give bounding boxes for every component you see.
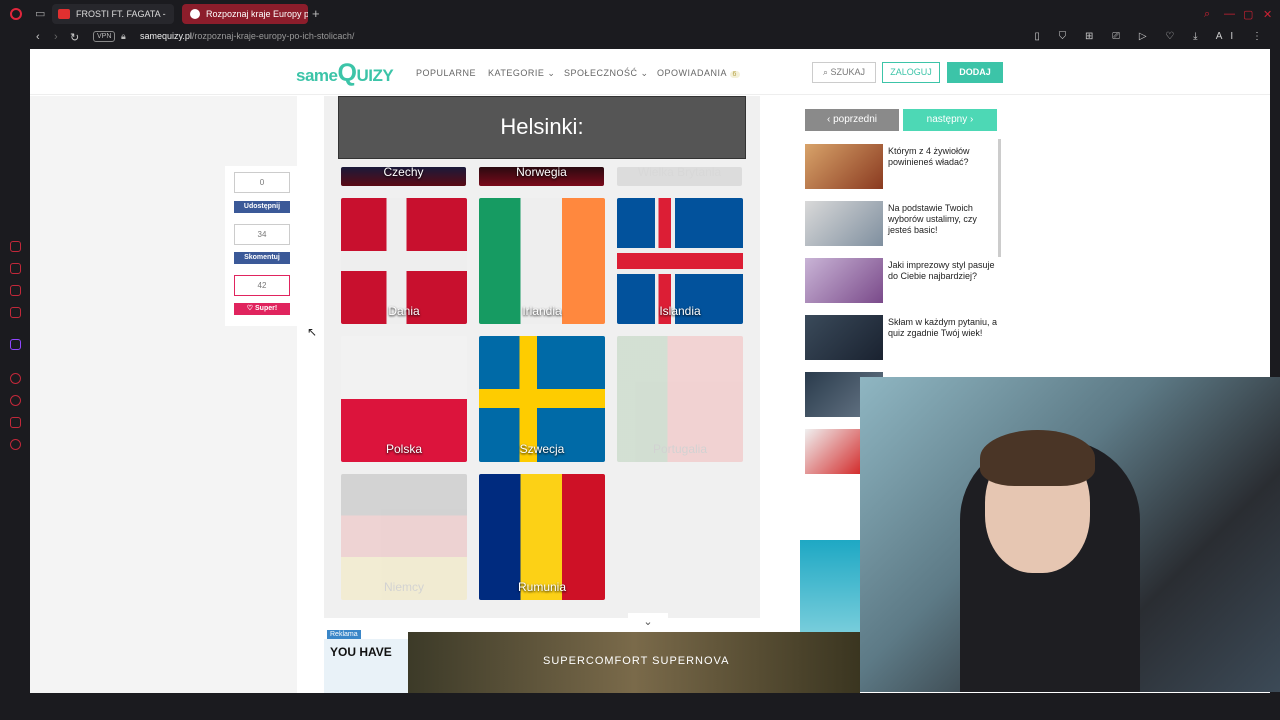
answer-islandia[interactable]: Islandia: [617, 198, 743, 324]
browser-tab-bar: ▭ FROSTI FT. FAGATA - Rozpoznaj kraje Eu…: [0, 0, 1280, 28]
related-thumb: [805, 315, 883, 360]
ad-label: Reklama: [327, 630, 361, 639]
super-button[interactable]: ♡ Super!: [234, 303, 290, 315]
sidebar-gx-icon[interactable]: [10, 307, 21, 318]
forward-icon[interactable]: ›: [54, 31, 58, 43]
super-count: 42: [234, 275, 290, 296]
answer-portugalia[interactable]: Portugalia: [617, 336, 743, 462]
related-item[interactable]: Skłam w każdym pytaniu, a quiz zgadnie T…: [805, 315, 997, 360]
dania-flag-cross: [341, 250, 467, 272]
answer-polska[interactable]: Polska: [341, 336, 467, 462]
answer-wielka-brytania[interactable]: Wielka Brytania: [617, 167, 742, 186]
share-count: 0: [234, 172, 290, 193]
sidebar-settings-icon[interactable]: [10, 439, 21, 450]
sidebar-extensions-icon[interactable]: [10, 417, 21, 428]
related-item[interactable]: Którym z 4 żywiołów powinieneś władać?: [805, 144, 995, 189]
youtube-favicon-icon: [58, 9, 70, 19]
close-window-icon[interactable]: ✕: [1263, 8, 1272, 21]
new-tab-button[interactable]: +: [312, 6, 320, 21]
comment-count: 34: [234, 224, 290, 245]
samequizy-favicon-icon: [190, 9, 200, 19]
question-box: Helsinki:: [338, 96, 746, 159]
related-thumb: [805, 144, 883, 189]
add-button[interactable]: DODAJ: [947, 62, 1003, 83]
browser-bottom-edge: [0, 693, 1280, 720]
answer-niemcy[interactable]: Niemcy: [341, 474, 467, 600]
left-ad[interactable]: YOU HAVE: [324, 639, 408, 693]
menu-popular[interactable]: POPULARNE: [416, 68, 476, 78]
answer-dania[interactable]: Dania: [341, 198, 467, 324]
workspaces-icon[interactable]: ▭: [35, 7, 45, 20]
sidebar-history-icon[interactable]: [10, 395, 21, 406]
search-button[interactable]: ⌕ SZUKAJ: [812, 62, 876, 83]
related-scrollbar[interactable]: [998, 139, 1001, 257]
sidebar-player-icon[interactable]: [10, 373, 21, 384]
login-button[interactable]: ZALOGUJ: [882, 62, 940, 83]
sidebar-aria-icon[interactable]: [10, 241, 21, 252]
minimize-icon[interactable]: —: [1224, 8, 1235, 20]
sidebar-twitch-icon[interactable]: [10, 339, 21, 350]
sidebar-instagram-icon[interactable]: [10, 285, 21, 296]
url-field[interactable]: samequizy.pl/rozpoznaj-kraje-europy-po-i…: [140, 31, 354, 41]
comment-button[interactable]: Skomentuj: [234, 252, 290, 264]
answer-irlandia[interactable]: Irlandia: [479, 198, 605, 324]
vpn-badge[interactable]: VPN: [93, 31, 116, 42]
menu-stories[interactable]: OPOWIADANIA 6: [657, 68, 740, 78]
menu-categories[interactable]: KATEGORIE ⌄: [488, 68, 555, 79]
ad-collapse-button[interactable]: ⌄: [628, 613, 668, 633]
related-thumb: [805, 258, 883, 303]
toolbar-icons[interactable]: ▯ ⛉ ⊞ ⎚ ▷ ♡ ⤓ AI ⋮: [1034, 31, 1270, 42]
menu-community[interactable]: SPOŁECZNOŚĆ ⌄: [564, 68, 649, 79]
side-ad[interactable]: [800, 540, 860, 640]
reload-icon[interactable]: ↻: [70, 31, 79, 44]
share-button[interactable]: Udostępnij: [234, 201, 290, 213]
answer-czechy[interactable]: Czechy: [341, 167, 466, 186]
islandia-cross-red: [617, 253, 743, 269]
answer-szwecja[interactable]: Szwecja: [479, 336, 605, 462]
sidebar-messenger-icon[interactable]: [10, 263, 21, 274]
szwecja-cross: [479, 388, 605, 408]
tab-youtube[interactable]: FROSTI FT. FAGATA -: [52, 4, 174, 24]
samequizy-logo[interactable]: sameQUIZY: [296, 59, 394, 88]
related-item[interactable]: Na podstawie Twoich wyborów ustalimy, cz…: [805, 201, 995, 246]
answer-rumunia[interactable]: Rumunia: [479, 474, 605, 600]
site-header: sameQUIZY POPULARNE KATEGORIE ⌄ SPOŁECZN…: [30, 49, 1270, 95]
browser-sidebar: [0, 48, 30, 720]
back-icon[interactable]: ‹: [36, 31, 40, 43]
stories-badge: 6: [729, 71, 740, 78]
related-item[interactable]: Jaki imprezowy styl pasuje do Ciebie naj…: [805, 258, 995, 303]
ad-banner-text: SUPERCOMFORT SUPERNOVA: [543, 655, 730, 667]
related-thumb: [805, 201, 883, 246]
webcam-hair: [980, 430, 1095, 486]
aria-ai-label[interactable]: AI: [1216, 31, 1241, 42]
prev-quiz-button[interactable]: ‹ poprzedni: [805, 109, 899, 131]
maximize-icon[interactable]: ▢: [1243, 8, 1253, 21]
lock-icon[interactable]: 🔒︎: [121, 31, 126, 42]
opera-logo-icon[interactable]: [10, 8, 22, 20]
next-quiz-button[interactable]: następny ›: [903, 109, 997, 131]
address-bar: ‹ › ↻ VPN 🔒︎ samequizy.pl/rozpoznaj-kraj…: [0, 28, 1280, 48]
search-tabs-icon[interactable]: ⌕: [1204, 8, 1210, 21]
tab-samequizy-active[interactable]: Rozpoznaj kraje Europy po: [182, 4, 308, 24]
social-box: 0 Udostępnij 34 Skomentuj 42 ♡ Super!: [225, 166, 297, 326]
answer-norwegia[interactable]: Norwegia: [479, 167, 604, 186]
mouse-cursor-icon: ↖: [307, 325, 318, 339]
